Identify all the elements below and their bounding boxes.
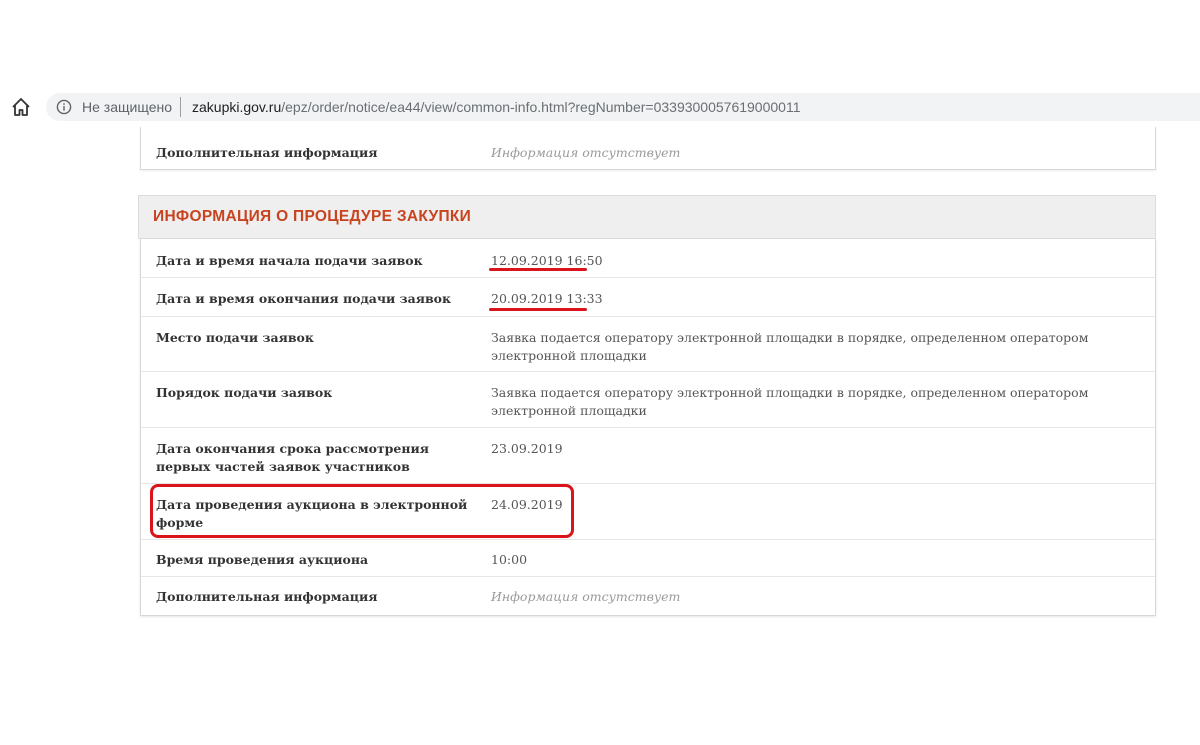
url-divider <box>180 97 181 117</box>
table-row: Место подачи заявок Заявка подается опер… <box>141 317 1155 372</box>
row-label: Порядок подачи заявок <box>156 385 333 400</box>
table-row: Время проведения аукциона 10:00 <box>141 540 1155 577</box>
url-domain: zakupki.gov.ru <box>192 99 282 115</box>
row-label: Место подачи заявок <box>156 330 314 345</box>
row-value: Заявка подается оператору электронной пл… <box>491 385 1089 418</box>
table-row: Дополнительная информация Информация отс… <box>141 577 1155 615</box>
row-label: Время проведения аукциона <box>156 552 369 567</box>
row-value: 12.09.2019 16:50 <box>491 253 603 268</box>
row-label: Дата и время начала подачи заявок <box>156 253 423 268</box>
section-title: ИНФОРМАЦИЯ О ПРОЦЕДУРЕ ЗАКУПКИ <box>153 208 472 225</box>
row-value: 10:00 <box>491 552 528 567</box>
home-icon[interactable] <box>10 96 32 118</box>
additional-info-value: Информация отсутствует <box>491 145 681 160</box>
table-row: Порядок подачи заявок Заявка подается оп… <box>141 372 1155 428</box>
procedure-info-table: Дата и время начала подачи заявок 12.09.… <box>140 239 1156 616</box>
row-label: Дата окончания срока рассмотрения первых… <box>156 441 430 474</box>
url-path: /epz/order/notice/ea44/view/common-info.… <box>281 99 801 115</box>
address-bar[interactable]: Не защищено zakupki.gov.ru/epz/order/not… <box>46 93 1200 121</box>
row-value: 23.09.2019 <box>491 441 563 456</box>
browser-toolbar: Не защищено zakupki.gov.ru/epz/order/not… <box>0 87 1200 127</box>
info-icon[interactable] <box>56 99 72 115</box>
previous-section-card: Дополнительная информация Информация отс… <box>140 127 1156 170</box>
row-label: Дополнительная информация <box>156 589 378 604</box>
red-underline-end-date <box>489 308 587 311</box>
url-text[interactable]: zakupki.gov.ru/epz/order/notice/ea44/vie… <box>192 99 800 115</box>
row-value: 24.09.2019 <box>491 497 563 512</box>
red-underline-start-date <box>489 268 587 271</box>
table-row: Дата окончания срока рассмотрения первых… <box>141 428 1155 484</box>
red-highlight-box <box>150 484 574 538</box>
row-value: Заявка подается оператору электронной пл… <box>491 330 1089 363</box>
table-row: Дата и время окончания подачи заявок 20.… <box>141 278 1155 317</box>
procedure-section-header: ИНФОРМАЦИЯ О ПРОЦЕДУРЕ ЗАКУПКИ <box>138 195 1156 239</box>
row-value: Информация отсутствует <box>491 589 681 604</box>
table-row: Дата и время начала подачи заявок 12.09.… <box>141 239 1155 278</box>
additional-info-label: Дополнительная информация <box>156 145 378 160</box>
security-status-label[interactable]: Не защищено <box>82 99 172 115</box>
row-label: Дата и время окончания подачи заявок <box>156 291 452 306</box>
row-value: 20.09.2019 13:33 <box>491 291 603 306</box>
